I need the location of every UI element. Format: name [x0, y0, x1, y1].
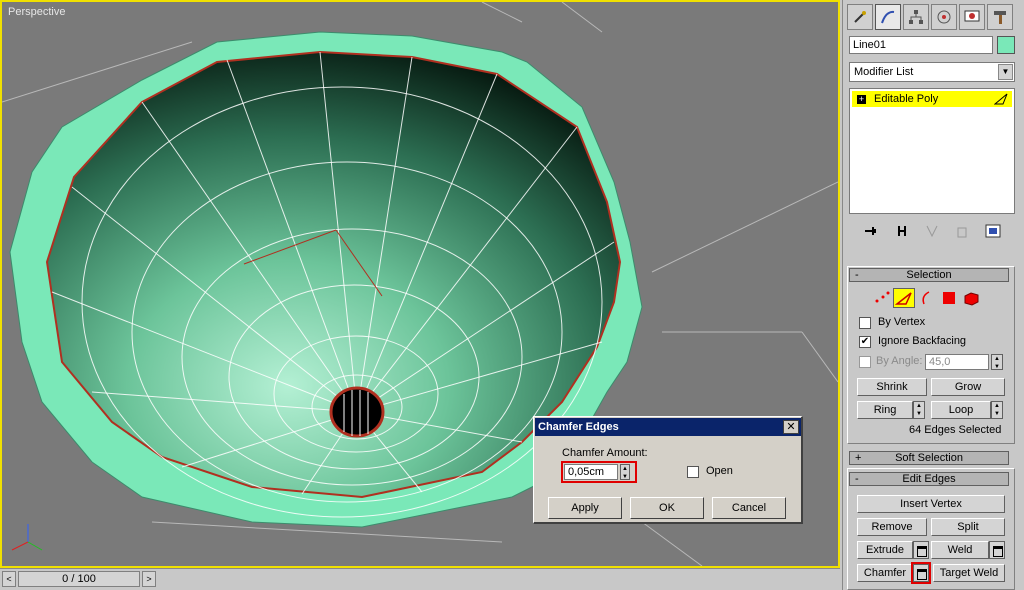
ring-button[interactable]: Ring [857, 401, 913, 419]
expand-icon: + [855, 452, 862, 464]
insert-vertex-button[interactable]: Insert Vertex [857, 495, 1005, 513]
selection-rollout-header[interactable]: - Selection [849, 268, 1009, 282]
element-icon[interactable] [963, 290, 981, 306]
tab-modify[interactable] [875, 4, 901, 30]
stack-toolbar [849, 220, 1015, 242]
edge-subobject-icon [994, 93, 1008, 105]
by-vertex-checkbox[interactable] [859, 317, 871, 329]
hammer-icon [994, 11, 1006, 24]
collapse-icon: - [855, 269, 859, 281]
polygon-icon[interactable] [941, 290, 957, 306]
extrude-button[interactable]: Extrude [857, 541, 913, 559]
close-icon[interactable]: ✕ [783, 420, 799, 434]
ignore-backfacing-checkbox[interactable]: ✔ [859, 336, 871, 348]
chamfer-button[interactable]: Chamfer [857, 564, 913, 582]
ignore-backfacing-label: Ignore Backfacing [878, 335, 967, 347]
hierarchy-icon [909, 10, 923, 24]
modifier-list-label: Modifier List [854, 66, 914, 78]
edit-edges-rollout-header[interactable]: - Edit Edges [849, 472, 1009, 486]
soft-selection-rollout-header[interactable]: + Soft Selection [849, 451, 1009, 465]
weld-button[interactable]: Weld [931, 541, 989, 559]
grow-button[interactable]: Grow [931, 378, 1005, 396]
loop-spinner[interactable]: ▲ ▼ [991, 401, 1003, 419]
command-panel-tabs [847, 4, 1013, 30]
time-slider-bar: < 0 / 100 > [0, 568, 840, 590]
chamfer-amount-label: Chamfer Amount: [562, 447, 648, 459]
selection-status: 64 Edges Selected [909, 424, 1002, 436]
object-name-field[interactable]: Line01 [849, 36, 993, 54]
tab-create[interactable] [847, 4, 873, 30]
stack-item-label: Editable Poly [874, 93, 939, 105]
viewport-label[interactable]: Perspective [8, 6, 65, 18]
display-icon [964, 10, 980, 22]
expand-icon[interactable]: + [857, 95, 866, 104]
open-checkbox[interactable] [687, 466, 699, 478]
tab-motion[interactable] [931, 4, 957, 30]
loop-button[interactable]: Loop [931, 401, 991, 419]
extrude-settings-button[interactable] [913, 541, 929, 559]
chamfer-edges-dialog: Chamfer Edges ✕ Chamfer Amount: 0,05cm ▲… [533, 416, 803, 524]
shrink-button[interactable]: Shrink [857, 378, 927, 396]
by-angle-label: By Angle: [876, 355, 923, 367]
prev-frame-button[interactable]: < [2, 571, 16, 587]
cancel-button[interactable]: Cancel [712, 497, 786, 519]
selection-title: Selection [906, 269, 952, 281]
soft-selection-title: Soft Selection [895, 452, 963, 464]
remove-modifier-icon[interactable] [956, 224, 968, 238]
tab-utilities[interactable] [987, 4, 1013, 30]
make-unique-icon[interactable] [925, 224, 939, 238]
apply-button[interactable]: Apply [548, 497, 622, 519]
weld-settings-button[interactable] [989, 541, 1005, 559]
ring-spinner[interactable]: ▲ ▼ [913, 401, 925, 419]
modify-icon [881, 10, 895, 24]
dialog-title-bar[interactable]: Chamfer Edges ✕ [535, 418, 801, 436]
open-label: Open [706, 465, 733, 477]
edge-icon [894, 292, 912, 305]
chamfer-amount-highlight [561, 461, 637, 483]
subobject-buttons [873, 288, 993, 308]
chevron-down-icon: ▼ [998, 64, 1013, 80]
edge-mode-button[interactable] [893, 288, 915, 308]
create-icon [854, 11, 866, 23]
border-icon[interactable] [919, 290, 935, 306]
split-button[interactable]: Split [931, 518, 1005, 536]
by-angle-input[interactable]: 45,0 [925, 354, 989, 370]
collapse-icon: - [855, 473, 859, 485]
by-angle-spinner[interactable]: ▲ ▼ [991, 354, 1003, 370]
pin-stack-icon[interactable] [863, 224, 879, 238]
configure-sets-icon[interactable] [985, 224, 1001, 238]
modifier-list-dropdown[interactable]: Modifier List ▼ [849, 62, 1015, 82]
vertex-icon[interactable] [873, 290, 891, 306]
ok-button[interactable]: OK [630, 497, 704, 519]
target-weld-button[interactable]: Target Weld [933, 564, 1005, 582]
remove-button[interactable]: Remove [857, 518, 927, 536]
modifier-stack[interactable]: + Editable Poly [849, 88, 1015, 214]
by-vertex-label: By Vertex [878, 316, 926, 328]
edit-edges-title: Edit Edges [902, 473, 956, 485]
dialog-title: Chamfer Edges [538, 421, 619, 433]
stack-item-editable-poly[interactable]: + Editable Poly [852, 91, 1012, 107]
next-frame-button[interactable]: > [142, 571, 156, 587]
motion-icon [937, 10, 951, 24]
chamfer-settings-highlight [911, 562, 931, 584]
command-panel: Line01 Modifier List ▼ + Editable Poly -… [842, 0, 1024, 590]
object-color-swatch[interactable] [997, 36, 1015, 54]
tab-hierarchy[interactable] [903, 4, 929, 30]
by-angle-checkbox[interactable] [859, 356, 871, 368]
show-end-result-icon[interactable] [896, 224, 908, 238]
tab-display[interactable] [959, 4, 985, 30]
time-slider[interactable]: 0 / 100 [18, 571, 140, 587]
